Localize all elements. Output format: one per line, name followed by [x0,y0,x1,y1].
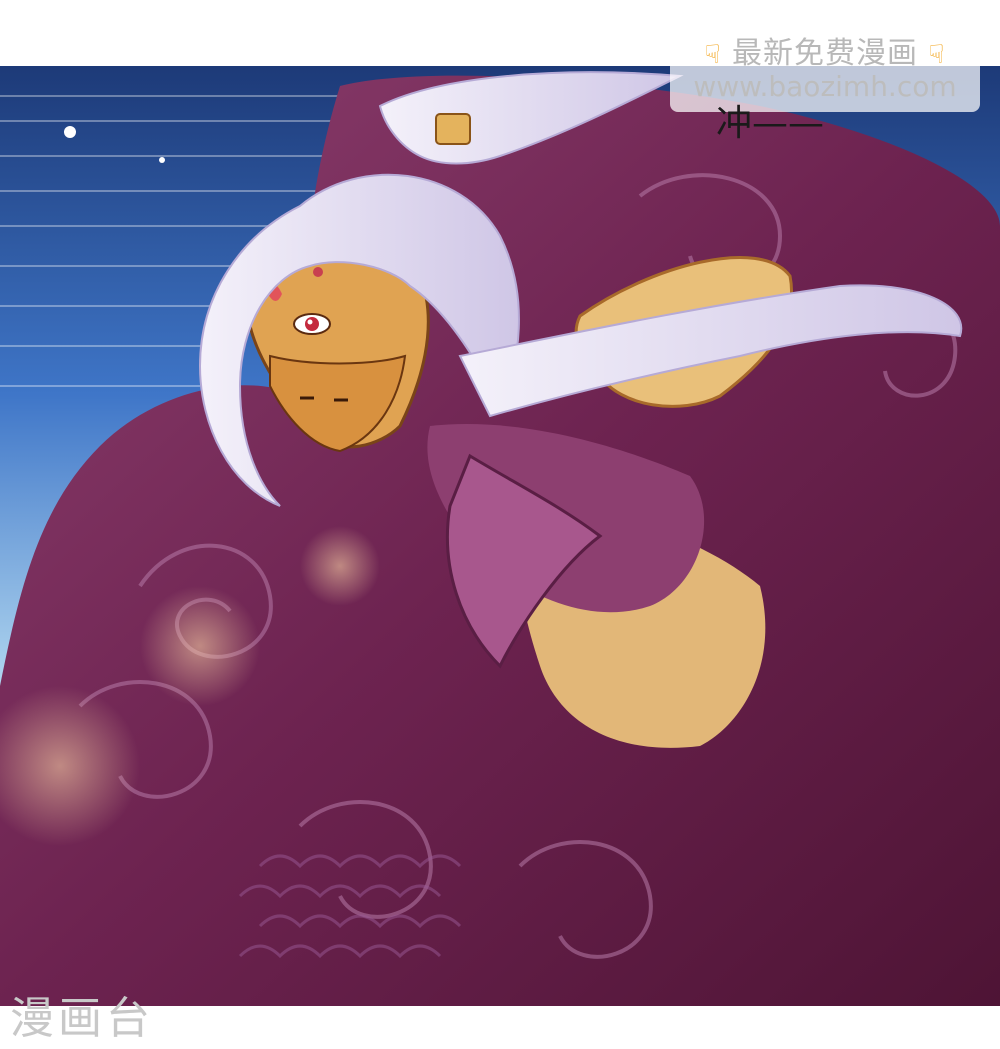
comic-page: ☟ 最新免费漫画 ☟ www.baozimh.com 冲—— 漫画台 [0,0,1000,1049]
lens-flare [300,526,380,606]
watermark-title-row: ☟ 最新免费漫画 ☟ [670,28,980,72]
pointing-down-hand-icon: ☟ [928,40,946,70]
hair-tie [435,113,471,145]
pointing-down-hand-icon: ☟ [704,40,722,70]
panel-artwork [0,66,1000,1006]
forehead-dot [313,267,323,277]
lens-flare [140,586,260,706]
sound-effect-text: 冲—— [716,103,825,144]
eye-iris [305,317,319,331]
brand-logo-text: 漫画台 [10,993,154,1044]
watermark-title: 最新免费漫画 [732,36,918,71]
star-dot [159,157,165,163]
comic-panel [0,66,1000,1006]
star-dot [64,126,76,138]
